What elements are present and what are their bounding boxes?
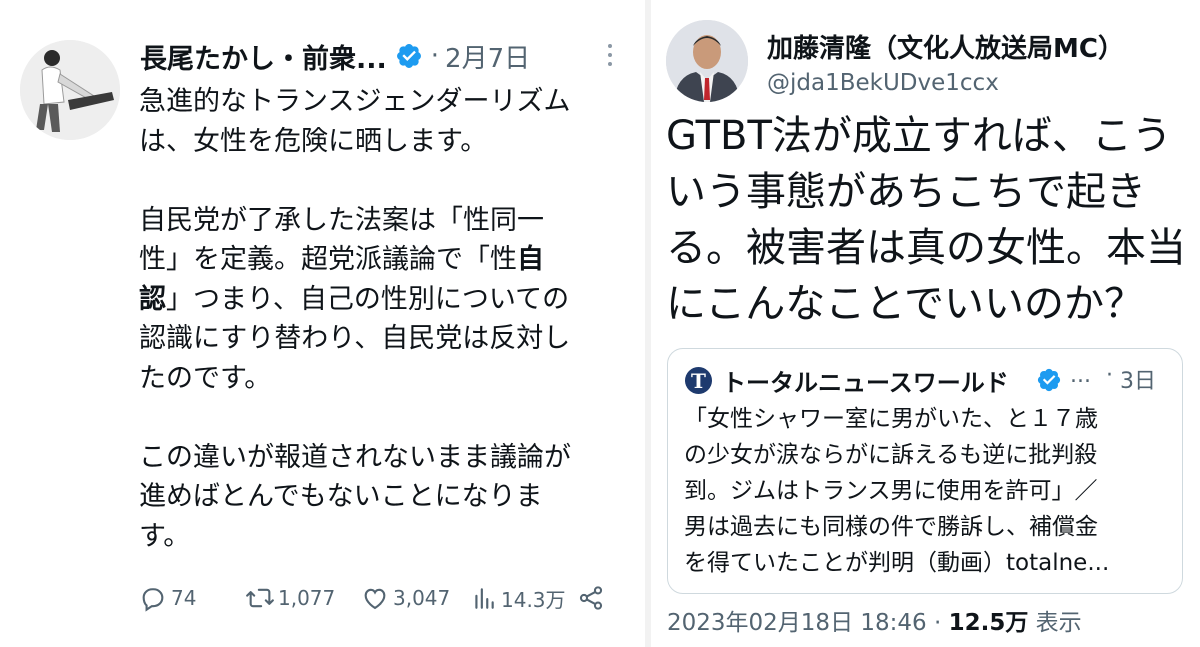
- text-segment: たのです。: [139, 362, 272, 394]
- author-handle[interactable]: @jda1BekUDve1ccx: [767, 70, 999, 96]
- share-icon: [579, 586, 603, 610]
- quoted-text-line: の少女が涙ならがに訴えるも逆に批判殺: [684, 442, 1098, 468]
- retweet-icon: [246, 588, 274, 608]
- tweet-text-line: にこんなことでいいのか？: [666, 281, 1144, 327]
- author-avatar[interactable]: [666, 20, 748, 102]
- truncation-ellipsis: ...: [1070, 363, 1091, 388]
- author-avatar[interactable]: [20, 40, 120, 140]
- views-button[interactable]: 14.3万: [471, 584, 577, 613]
- tweet-actions: 74 1,077 3,047 14.3万: [139, 582, 609, 614]
- quoted-text-line: 「女性シャワー室に男がいた、と１７歳: [684, 406, 1098, 432]
- view-count: 14.3万: [501, 587, 566, 612]
- quoted-text-line: 男は過去にも同様の件で勝訴し、補償金: [684, 514, 1098, 540]
- tweet-text: GTBT法が成立すれば、こう いう事態があちこちで起き る。被害者は真の女性。本…: [666, 108, 1196, 332]
- text-segment: 認識にすり替わり、自民党は反対し: [139, 323, 571, 354]
- tweet-text-line: 認」つまり、自己の性別についての: [139, 280, 639, 320]
- text-segment: 」つまり、自己の性別についての: [166, 283, 570, 315]
- text-segment: 性」を定義。超党派議論で「性: [139, 244, 517, 275]
- tweet-text-line: いう事態があちこちで起き: [666, 169, 1146, 215]
- like-button[interactable]: 3,047: [361, 584, 471, 612]
- text-segment: す。: [139, 520, 191, 552]
- separator-dot: ·: [1106, 363, 1113, 388]
- right-tweet: 加藤清隆（文化人放送局MC） @jda1BekUDve1ccx GTBT法が成立…: [651, 0, 1200, 647]
- tweet-text-line: GTBT法が成立すれば、こう: [666, 113, 1172, 159]
- tweet-text-line: 認識にすり替わり、自民党は反対し: [139, 319, 639, 359]
- text-segment: 認: [139, 283, 166, 315]
- separator-dot: ·: [933, 610, 942, 636]
- tweet-text-line: 性」を定義。超党派議論で「性自: [139, 240, 639, 280]
- separator-dot: ·: [430, 41, 440, 71]
- tweet-text: 急進的なトランスジェンダーリズム は、女性を危険に晒します。自民党が了承した法案は…: [139, 82, 639, 556]
- view-count: 12.5万: [948, 610, 1029, 636]
- reply-icon: [142, 588, 164, 612]
- author-name[interactable]: 長尾たかし・前衆...: [140, 37, 387, 76]
- retweet-button[interactable]: 1,077: [244, 584, 361, 612]
- tweet-text-line: 自民党が了承した法案は「性同一: [139, 201, 639, 241]
- share-button[interactable]: [577, 584, 605, 612]
- text-segment: 自: [517, 244, 544, 275]
- quoted-text-line: を得ていたことが判明（動画）totalne...: [684, 550, 1110, 576]
- quoted-source-name: トータルニュースワールド: [722, 369, 1009, 397]
- quoted-text: 「女性シャワー室に男がいた、と１７歳 の少女が涙ならがに訴えるも逆に批判殺 到。…: [684, 401, 1174, 581]
- tweet-text-line: たのです。: [139, 359, 639, 399]
- analytics-icon: [475, 588, 494, 609]
- heart-icon: [364, 588, 386, 610]
- text-segment: この違いが報道されないまま議論が: [139, 441, 571, 473]
- tweet-text-line: 急進的なトランスジェンダーリズム: [139, 82, 639, 122]
- tweet-text-line: る。被害者は真の女性。本当: [666, 225, 1186, 271]
- retweet-count: 1,077: [278, 586, 336, 610]
- reply-count: 74: [171, 586, 197, 610]
- tweet-text-line: す。: [139, 517, 639, 557]
- view-label: 表示: [1035, 610, 1082, 636]
- reply-button[interactable]: 74: [139, 584, 244, 612]
- quoted-tweet-card[interactable]: T トータルニュースワールド ... · 3日 「女性シャワー室に男がいた、と１…: [667, 348, 1183, 594]
- text-segment: 進めばとんでもないことになりま: [139, 481, 543, 512]
- quoted-date: 3日: [1120, 369, 1156, 394]
- tweet-header: 長尾たかし・前衆... · 2月7日: [140, 36, 530, 76]
- verified-badge-icon: [1037, 368, 1061, 392]
- tweet-date[interactable]: 2月7日: [445, 38, 530, 75]
- tweet-text-line: は、女性を危険に晒します。: [139, 122, 639, 162]
- verified-badge-icon: [396, 44, 421, 68]
- more-options-icon[interactable]: [600, 40, 620, 70]
- source-logo-icon: T: [685, 367, 712, 394]
- tweet-text-line: 進めばとんでもないことになりま: [139, 477, 639, 517]
- text-segment: 自民党が了承した法案は「性同一: [139, 204, 544, 236]
- quoted-text-line: 到。ジムはトランス男に使用を許可」／: [684, 478, 1098, 504]
- tweet-timestamp[interactable]: 2023年02月18日 18:46: [667, 610, 927, 636]
- left-tweet: 長尾たかし・前衆... · 2月7日 急進的なトランスジェンダーリズム は、女性を…: [0, 0, 645, 647]
- author-name[interactable]: 加藤清隆（文化人放送局MC）: [767, 28, 1124, 65]
- tweet-text-line: この違いが報道されないまま議論が: [139, 438, 639, 478]
- tweet-meta: 2023年02月18日 18:46 · 12.5万 表示: [667, 603, 1082, 637]
- text-segment: は、女性を危険に晒します。: [139, 125, 488, 157]
- text-segment: 急進的なトランスジェンダーリズム: [139, 86, 571, 117]
- like-count: 3,047: [393, 586, 451, 610]
